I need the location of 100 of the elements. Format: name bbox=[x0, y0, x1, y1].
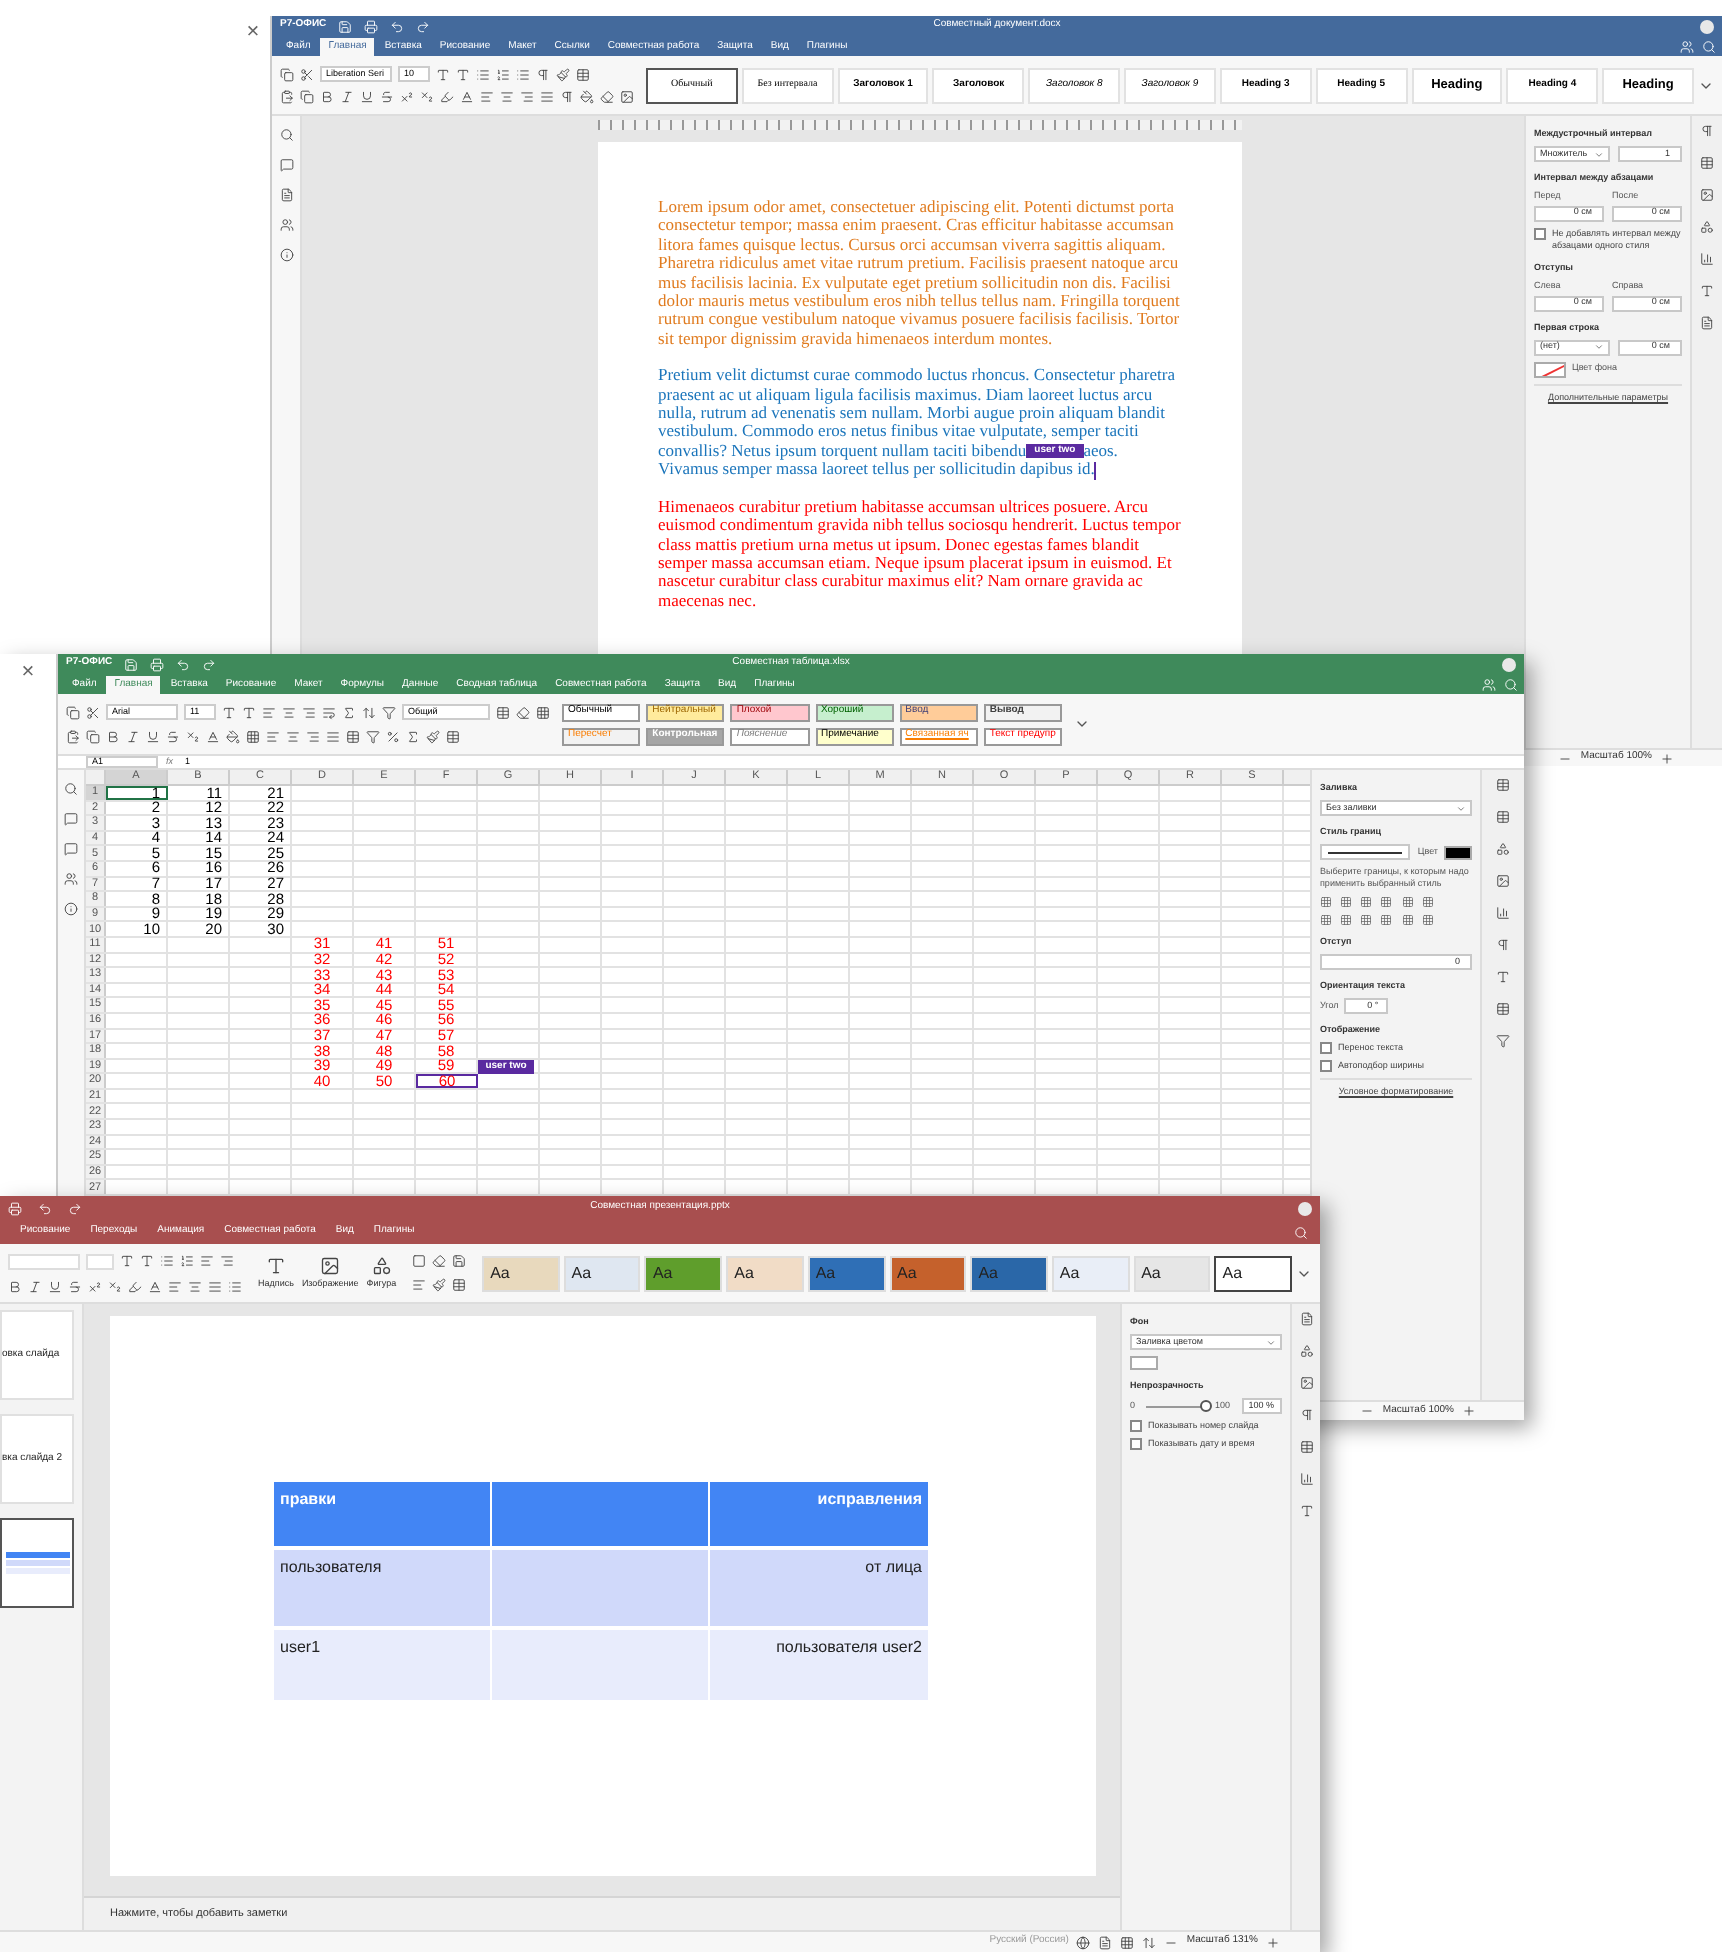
cut-icon[interactable] bbox=[300, 67, 314, 81]
print-icon[interactable] bbox=[8, 1201, 22, 1215]
print-icon[interactable] bbox=[364, 19, 379, 33]
theme-thumbnail[interactable]: Aa bbox=[482, 1255, 560, 1291]
align-center-icon[interactable] bbox=[500, 90, 514, 104]
undo-icon[interactable] bbox=[38, 1201, 52, 1215]
align-center-icon[interactable] bbox=[188, 1279, 202, 1293]
pilcrow-icon[interactable] bbox=[560, 90, 574, 104]
clear-icon[interactable] bbox=[516, 705, 530, 719]
borders-icon[interactable] bbox=[246, 730, 260, 744]
cut-icon[interactable] bbox=[86, 705, 100, 719]
no-color-swatch[interactable] bbox=[1534, 361, 1566, 377]
undo-icon[interactable] bbox=[176, 657, 191, 671]
underline-icon[interactable] bbox=[360, 90, 374, 104]
close-button[interactable]: × bbox=[246, 20, 260, 44]
border-icon[interactable] bbox=[1320, 896, 1332, 908]
justify-icon[interactable] bbox=[540, 90, 554, 104]
table-cell[interactable]: исправления bbox=[710, 1482, 928, 1546]
bold-icon[interactable] bbox=[8, 1279, 22, 1293]
italic-icon[interactable] bbox=[340, 90, 354, 104]
theme-thumbnail[interactable]: Aa bbox=[726, 1255, 804, 1291]
table-cell[interactable] bbox=[492, 1482, 710, 1546]
close-button[interactable]: × bbox=[21, 660, 35, 684]
users-icon[interactable] bbox=[1482, 678, 1496, 692]
table-icon[interactable] bbox=[1496, 810, 1510, 824]
table-cell[interactable]: правки bbox=[274, 1482, 492, 1546]
checkbox[interactable] bbox=[1130, 1438, 1142, 1450]
theme-thumbnail[interactable]: Aa bbox=[1051, 1255, 1130, 1291]
shrink-font-icon[interactable] bbox=[140, 1254, 154, 1268]
shapes-icon[interactable] bbox=[1700, 220, 1714, 234]
checkbox[interactable] bbox=[1320, 1060, 1332, 1072]
table-icon[interactable] bbox=[1299, 1440, 1313, 1454]
theme-thumbnail[interactable]: Aa bbox=[1133, 1255, 1211, 1291]
wrap-text-icon[interactable] bbox=[322, 705, 336, 719]
user-avatar[interactable] bbox=[1502, 657, 1516, 671]
filter-icon[interactable] bbox=[382, 705, 396, 719]
italic-icon[interactable] bbox=[126, 730, 140, 744]
redo-icon[interactable] bbox=[416, 19, 431, 33]
font-color-icon[interactable] bbox=[460, 90, 474, 104]
shrink-font-icon[interactable] bbox=[242, 705, 256, 719]
grow-font-icon[interactable] bbox=[222, 705, 236, 719]
table-cell[interactable] bbox=[492, 1550, 710, 1626]
users-icon[interactable] bbox=[64, 872, 78, 886]
justify-icon[interactable] bbox=[208, 1279, 222, 1293]
clear-icon[interactable] bbox=[600, 90, 614, 104]
strikethrough-icon[interactable] bbox=[166, 730, 180, 744]
copy-style-icon[interactable] bbox=[426, 730, 440, 744]
align-right-icon[interactable] bbox=[520, 90, 534, 104]
align-center-icon[interactable] bbox=[286, 730, 300, 744]
search-icon[interactable] bbox=[64, 782, 78, 796]
grow-font-icon[interactable] bbox=[436, 67, 450, 81]
align-left-icon[interactable] bbox=[480, 90, 494, 104]
subscript-icon[interactable] bbox=[420, 90, 434, 104]
cell-icon[interactable] bbox=[1496, 778, 1510, 792]
sort-icon[interactable] bbox=[362, 705, 376, 719]
image-icon[interactable] bbox=[1700, 188, 1714, 202]
italic-icon[interactable] bbox=[28, 1279, 42, 1293]
paste-icon[interactable] bbox=[66, 730, 80, 744]
save-icon[interactable] bbox=[338, 19, 353, 33]
highlight-icon[interactable] bbox=[128, 1279, 142, 1293]
checkbox[interactable] bbox=[1130, 1420, 1142, 1432]
table-icon[interactable] bbox=[452, 1278, 467, 1292]
users-icon[interactable] bbox=[1680, 40, 1694, 54]
table-icon[interactable] bbox=[496, 705, 510, 719]
user-avatar[interactable] bbox=[1298, 1201, 1312, 1215]
more-styles-icon[interactable] bbox=[1074, 716, 1090, 732]
bold-icon[interactable] bbox=[320, 90, 334, 104]
bullets-icon[interactable] bbox=[160, 1254, 174, 1268]
copy-icon[interactable] bbox=[280, 67, 294, 81]
grow-font-icon[interactable] bbox=[120, 1254, 134, 1268]
theme-thumbnail[interactable]: Aa bbox=[1214, 1255, 1292, 1291]
numbering-icon[interactable] bbox=[180, 1254, 194, 1268]
shading-icon[interactable] bbox=[580, 90, 594, 104]
paragraph-icon[interactable] bbox=[1700, 124, 1714, 138]
text-art-icon[interactable] bbox=[1496, 970, 1510, 984]
shrink-font-icon[interactable] bbox=[456, 67, 470, 81]
subscript-icon[interactable] bbox=[108, 1279, 122, 1293]
strikethrough-icon[interactable] bbox=[68, 1279, 82, 1293]
border-icon[interactable] bbox=[1360, 914, 1373, 926]
page-icon[interactable] bbox=[279, 188, 293, 202]
line-style-dropdown[interactable] bbox=[1320, 844, 1410, 860]
shapes-icon[interactable] bbox=[1299, 1344, 1313, 1358]
cells-icon[interactable] bbox=[536, 705, 550, 719]
table-icon[interactable] bbox=[576, 67, 590, 81]
search-icon[interactable] bbox=[279, 128, 293, 142]
border-icon[interactable] bbox=[1401, 896, 1414, 908]
underline-icon[interactable] bbox=[48, 1279, 62, 1293]
slider-thumb[interactable] bbox=[1199, 1399, 1212, 1411]
shapes-icon[interactable] bbox=[1496, 842, 1510, 856]
comment-icon[interactable] bbox=[279, 158, 293, 172]
border-icon[interactable] bbox=[1380, 896, 1393, 908]
copy-style-icon[interactable] bbox=[556, 67, 570, 81]
theme-thumbnail[interactable]: Aa bbox=[644, 1255, 723, 1291]
comment-icon[interactable] bbox=[64, 812, 78, 826]
align-right-icon[interactable] bbox=[306, 730, 320, 744]
font-name-field[interactable] bbox=[8, 1253, 80, 1269]
theme-thumbnail[interactable]: Aa bbox=[563, 1255, 641, 1291]
format-table-icon[interactable] bbox=[446, 730, 460, 744]
user-avatar[interactable] bbox=[1700, 19, 1714, 33]
table-cell[interactable]: user1 bbox=[274, 1630, 492, 1700]
